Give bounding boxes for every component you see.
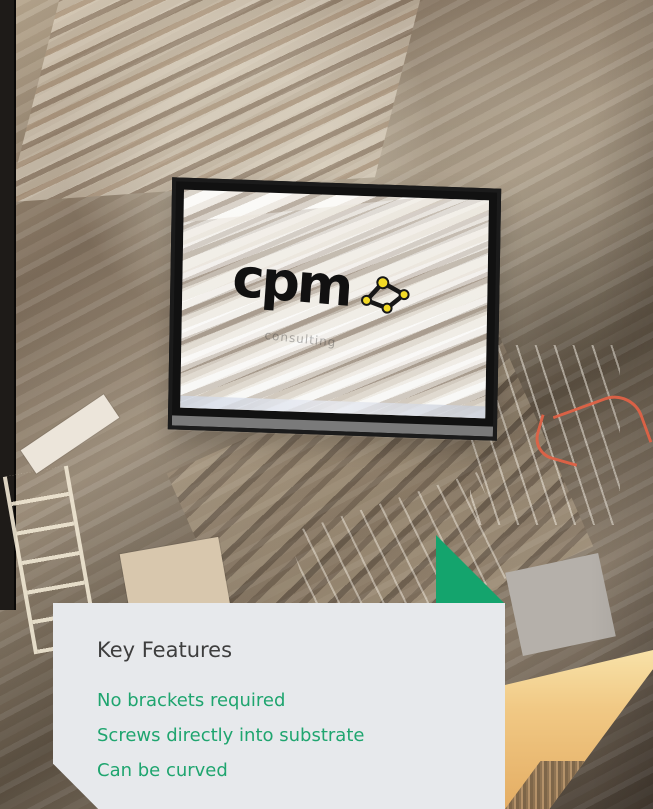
brand-name: cpm bbox=[230, 245, 353, 319]
wall-screen: cpm consulting bbox=[167, 177, 502, 441]
key-features-card: Key Features No brackets required Screws… bbox=[53, 603, 505, 809]
key-features-title: Key Features bbox=[97, 638, 233, 662]
page: cpm consulting Key Features No brackets … bbox=[0, 0, 653, 809]
feature-item-no-brackets: No brackets required bbox=[97, 690, 286, 711]
feature-item-curved: Can be curved bbox=[97, 760, 228, 781]
network-nodes-icon bbox=[360, 276, 410, 314]
feature-list: No brackets required Screws directly int… bbox=[97, 691, 364, 781]
upper-staircase bbox=[7, 0, 429, 203]
feature-item-screws-substrate: Screws directly into substrate bbox=[97, 725, 365, 746]
